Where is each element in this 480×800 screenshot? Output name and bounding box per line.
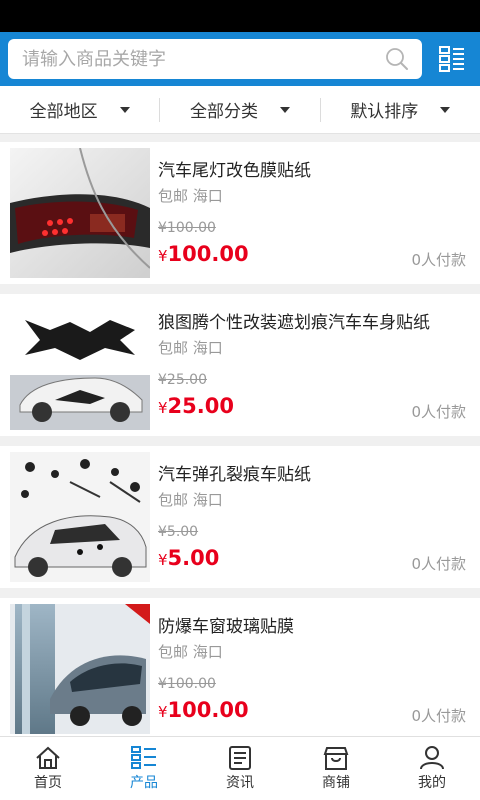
currency-symbol: ¥: [158, 399, 168, 417]
caret-down-icon: [440, 106, 451, 113]
product-price: ¥100.00: [158, 242, 249, 266]
user-icon: [420, 745, 444, 769]
product-card[interactable]: 防爆车窗玻璃贴膜 包邮 海口 ¥100.00 ¥100.00 0人付款: [0, 598, 480, 740]
product-price-value: 5.00: [167, 546, 220, 570]
product-image[interactable]: [10, 452, 150, 582]
currency-symbol: ¥: [158, 247, 168, 265]
category-menu-icon[interactable]: [432, 39, 472, 79]
product-original-price: ¥25.00: [158, 372, 207, 388]
nav-me-label: 我的: [418, 774, 446, 791]
filter-region-label: 全部地区: [29, 102, 98, 122]
shop-icon: [323, 746, 349, 770]
news-icon: [229, 745, 251, 770]
product-title[interactable]: 狼图腾个性改装遮划痕汽车车身贴纸: [158, 308, 474, 333]
product-shipping: 包邮 海口: [158, 187, 223, 205]
product-shipping: 包邮 海口: [158, 339, 223, 357]
product-info: 汽车尾灯改色膜贴纸 包邮 海口 ¥100.00 ¥100.00 0人付款: [150, 148, 474, 278]
bottom-nav: 首页 产品 资讯 商铺 我的: [0, 736, 480, 800]
product-info: 狼图腾个性改装遮划痕汽车车身贴纸 包邮 海口 ¥25.00 ¥25.00 0人付…: [150, 300, 474, 430]
nav-shop[interactable]: 商铺: [288, 737, 384, 800]
nav-news-label: 资讯: [226, 774, 254, 791]
nav-products[interactable]: 产品: [96, 737, 192, 800]
product-shipping: 包邮 海口: [158, 491, 223, 509]
product-price-value: 100.00: [167, 242, 249, 266]
product-price: ¥5.00: [158, 546, 219, 570]
filter-sort-label: 默认排序: [350, 102, 419, 122]
product-sold-count: 0人付款: [411, 707, 466, 725]
currency-symbol: ¥: [158, 551, 168, 569]
nav-shop-label: 商铺: [322, 774, 350, 791]
nav-me[interactable]: 我的: [384, 737, 480, 800]
search-box[interactable]: [8, 39, 423, 79]
filter-category[interactable]: 全部分类: [160, 86, 319, 133]
currency-symbol: ¥: [158, 703, 168, 721]
filter-bar: 全部地区 全部分类 默认排序: [0, 86, 480, 134]
product-image[interactable]: [10, 604, 150, 734]
product-price-value: 100.00: [167, 698, 249, 722]
search-input[interactable]: [22, 48, 385, 70]
product-original-price: ¥5.00: [158, 524, 199, 540]
product-price: ¥100.00: [158, 698, 249, 722]
product-price-value: 25.00: [167, 394, 234, 418]
nav-products-label: 产品: [130, 774, 158, 791]
search-icon[interactable]: [384, 46, 410, 72]
product-image[interactable]: [10, 300, 150, 430]
product-image[interactable]: [10, 148, 150, 278]
filter-sort[interactable]: 默认排序: [321, 86, 480, 133]
nav-news[interactable]: 资讯: [192, 737, 288, 800]
product-card[interactable]: 狼图腾个性改装遮划痕汽车车身贴纸 包邮 海口 ¥25.00 ¥25.00 0人付…: [0, 294, 480, 436]
product-list: 汽车尾灯改色膜贴纸 包邮 海口 ¥100.00 ¥100.00 0人付款 狼图腾…: [0, 134, 480, 740]
nav-home-label: 首页: [34, 774, 62, 791]
product-info: 汽车弹孔裂痕车贴纸 包邮 海口 ¥5.00 ¥5.00 0人付款: [150, 452, 474, 582]
product-price: ¥25.00: [158, 394, 234, 418]
product-original-price: ¥100.00: [158, 676, 216, 692]
product-info: 防爆车窗玻璃贴膜 包邮 海口 ¥100.00 ¥100.00 0人付款: [150, 604, 474, 734]
product-list-icon: [131, 745, 156, 769]
product-card[interactable]: 汽车尾灯改色膜贴纸 包邮 海口 ¥100.00 ¥100.00 0人付款: [0, 142, 480, 284]
product-shipping: 包邮 海口: [158, 643, 223, 661]
product-original-price: ¥100.00: [158, 220, 216, 236]
home-icon: [36, 746, 60, 769]
product-title[interactable]: 防爆车窗玻璃贴膜: [158, 612, 474, 637]
filter-region[interactable]: 全部地区: [0, 86, 159, 133]
product-title[interactable]: 汽车尾灯改色膜贴纸: [158, 156, 474, 181]
nav-home[interactable]: 首页: [0, 737, 96, 800]
product-sold-count: 0人付款: [411, 251, 466, 269]
search-header: [0, 32, 480, 86]
product-card[interactable]: 汽车弹孔裂痕车贴纸 包邮 海口 ¥5.00 ¥5.00 0人付款: [0, 446, 480, 588]
caret-down-icon: [279, 106, 290, 113]
caret-down-icon: [119, 106, 130, 113]
status-bar: [0, 0, 480, 32]
filter-category-label: 全部分类: [189, 102, 258, 122]
product-title[interactable]: 汽车弹孔裂痕车贴纸: [158, 460, 474, 485]
product-sold-count: 0人付款: [411, 403, 466, 421]
product-sold-count: 0人付款: [411, 555, 466, 573]
